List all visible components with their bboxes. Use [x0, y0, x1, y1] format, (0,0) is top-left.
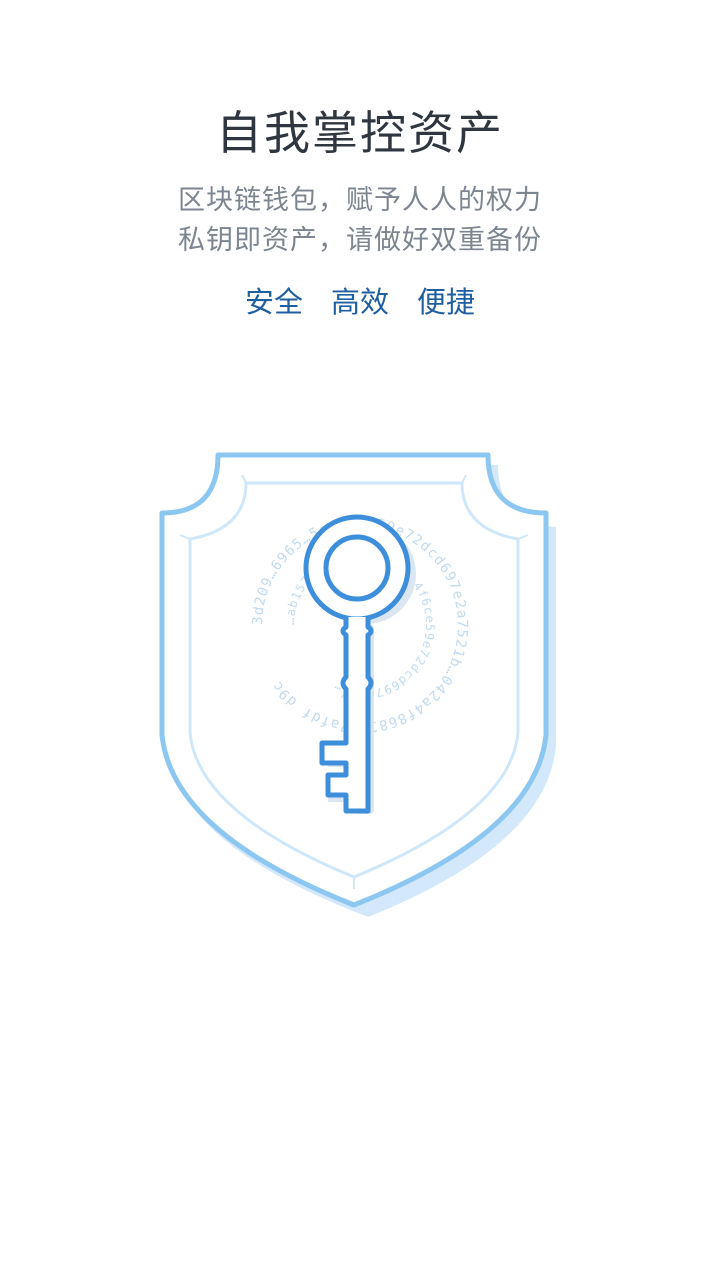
page-title: 自我掌控资产: [216, 106, 504, 160]
subtitle-line-2: 私钥即资产，请做好双重备份: [178, 225, 542, 256]
feature-efficiency: 高效: [330, 285, 389, 319]
feature-security: 安全: [244, 285, 303, 319]
subtitle-line-1: 区块链钱包，赋予人人的权力: [178, 185, 542, 216]
shield-key-icon: 3d209…6965…5cedcae59e72dcd697e2a7521b…04…: [159, 452, 556, 917]
feature-convenience: 便捷: [417, 285, 476, 319]
feature-list: 安全 高效 便捷: [0, 280, 720, 324]
shield-key-illustration: 3d209…6965…5cedcae59e72dcd697e2a7521b…04…: [150, 445, 570, 925]
